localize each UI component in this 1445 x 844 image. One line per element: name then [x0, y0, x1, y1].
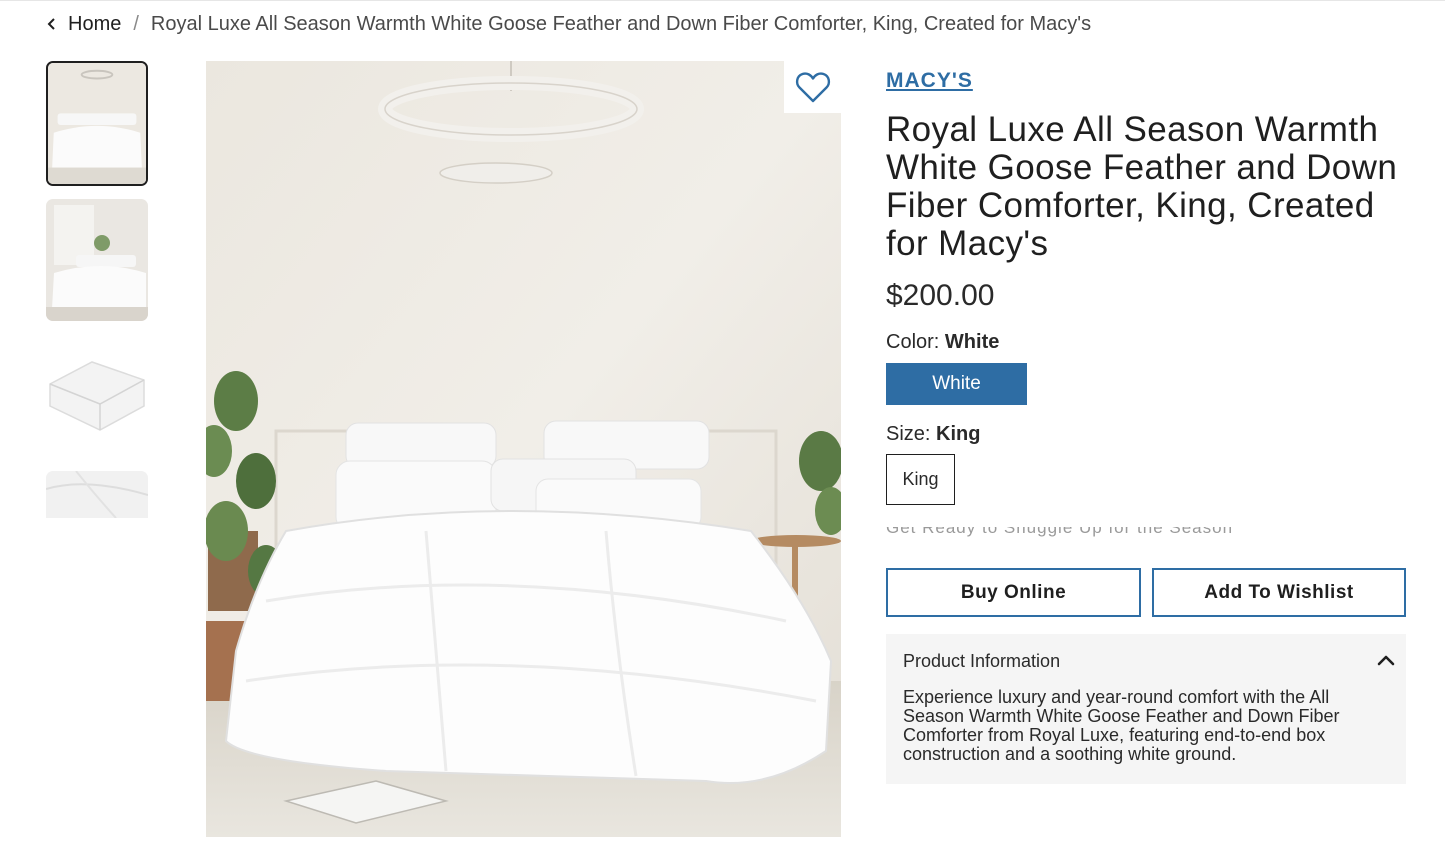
thumbnail-comforter-detail[interactable] — [46, 471, 148, 518]
thumbnail-bedroom-window[interactable] — [46, 199, 148, 321]
bedroom-scene-image — [206, 61, 841, 837]
product-price: $200.00 — [886, 279, 995, 312]
color-label: Color: — [886, 331, 940, 353]
size-label: Size: — [886, 423, 931, 445]
favorite-button[interactable] — [784, 61, 841, 113]
thumbnail-folded-comforter[interactable] — [46, 344, 148, 444]
faded-promo-text: Get Ready to Snuggle Up for the Season — [886, 527, 1234, 537]
size-option-king[interactable]: King — [886, 454, 955, 505]
product-information-heading[interactable]: Product Information — [903, 651, 1060, 672]
breadcrumb-current: Royal Luxe All Season Warmth White Goose… — [150, 12, 1092, 35]
color-option-white[interactable]: White — [886, 363, 1027, 405]
product-description: Experience luxury and year-round comfort… — [903, 687, 1340, 764]
top-divider — [0, 0, 1445, 1]
thumbnail-bedroom-overview[interactable] — [46, 61, 148, 186]
breadcrumb-separator: / — [133, 12, 139, 35]
selected-size: King — [936, 423, 981, 445]
product-title: Royal Luxe All Season Warmth White Goose… — [886, 110, 1398, 263]
heart-icon — [795, 72, 830, 103]
product-information-section: Product Information Experience luxury an… — [886, 634, 1406, 784]
selected-color: White — [944, 331, 1000, 353]
main-product-image — [206, 61, 841, 837]
chevron-left-icon[interactable] — [46, 18, 58, 30]
breadcrumb-home-link[interactable]: Home — [68, 13, 121, 36]
add-to-wishlist-button[interactable]: Add To Wishlist — [1152, 568, 1406, 617]
chevron-up-icon[interactable] — [1376, 651, 1396, 671]
brand-link[interactable]: MACY'S — [886, 69, 973, 93]
buy-online-button[interactable]: Buy Online — [886, 568, 1141, 617]
color-label-row: Color: White — [886, 331, 999, 354]
breadcrumb: Home / Royal Luxe All Season Warmth Whit… — [46, 10, 1091, 38]
size-label-row: Size: King — [886, 423, 980, 446]
